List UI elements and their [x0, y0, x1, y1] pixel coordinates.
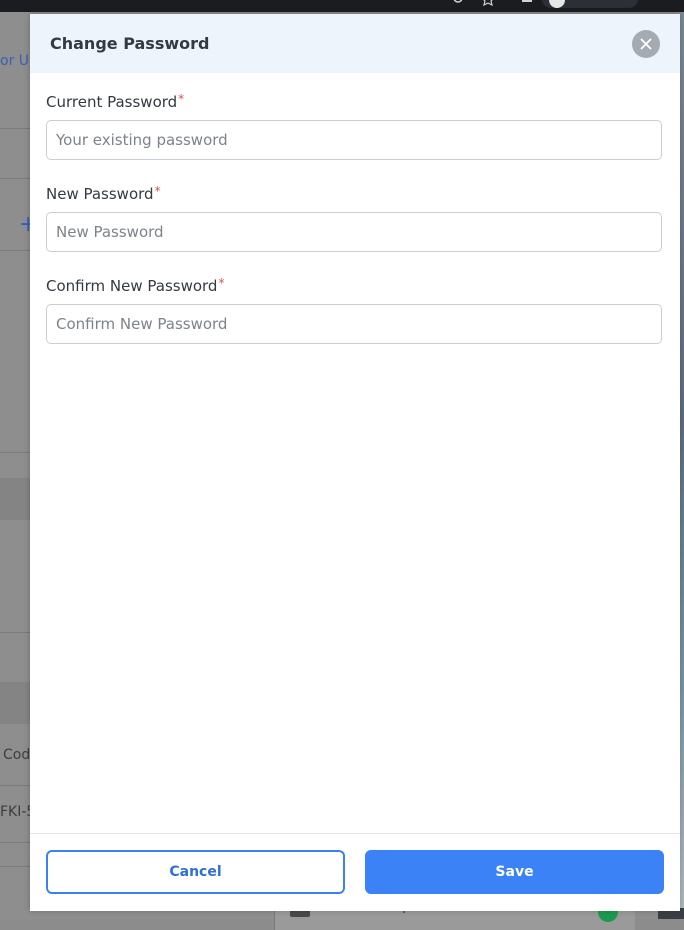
close-icon: [640, 38, 652, 50]
confirm-password-label: Confirm New Password*: [46, 276, 225, 295]
bg-divider: [0, 128, 30, 129]
bg-column-header: Cod: [3, 747, 31, 763]
required-marker: *: [218, 276, 225, 290]
bg-divider: [0, 452, 30, 453]
modal-footer: Cancel Save: [30, 833, 680, 911]
bg-divider: [0, 250, 30, 251]
save-button[interactable]: Save: [365, 850, 664, 894]
confirm-password-input[interactable]: [46, 304, 662, 344]
menu-icon: [522, 0, 532, 2]
new-password-input[interactable]: [46, 212, 662, 252]
more-vert-icon: [652, 0, 666, 6]
modal-header: Change Password: [30, 14, 680, 73]
new-password-label: New Password*: [46, 184, 161, 203]
bg-divider: [0, 632, 30, 633]
bg-divider: [0, 866, 30, 867]
bg-row-band: [0, 682, 30, 724]
modal-title: Change Password: [50, 34, 210, 53]
bg-divider: [0, 785, 30, 786]
close-button[interactable]: [632, 30, 660, 58]
bg-right-edge: [680, 12, 684, 919]
star-icon: [483, 0, 493, 6]
bg-divider: [0, 178, 30, 179]
browser-top-bar: [0, 0, 684, 12]
bg-divider: [0, 842, 30, 843]
required-marker: *: [154, 184, 161, 198]
search-icon: [453, 0, 463, 3]
current-password-input[interactable]: [46, 120, 662, 160]
cancel-button[interactable]: Cancel: [46, 850, 345, 894]
bg-row-band: [0, 478, 30, 520]
change-password-modal: Change Password Current Password* New Pa…: [30, 14, 680, 911]
current-password-label: Current Password*: [46, 92, 185, 111]
required-marker: *: [178, 92, 185, 106]
